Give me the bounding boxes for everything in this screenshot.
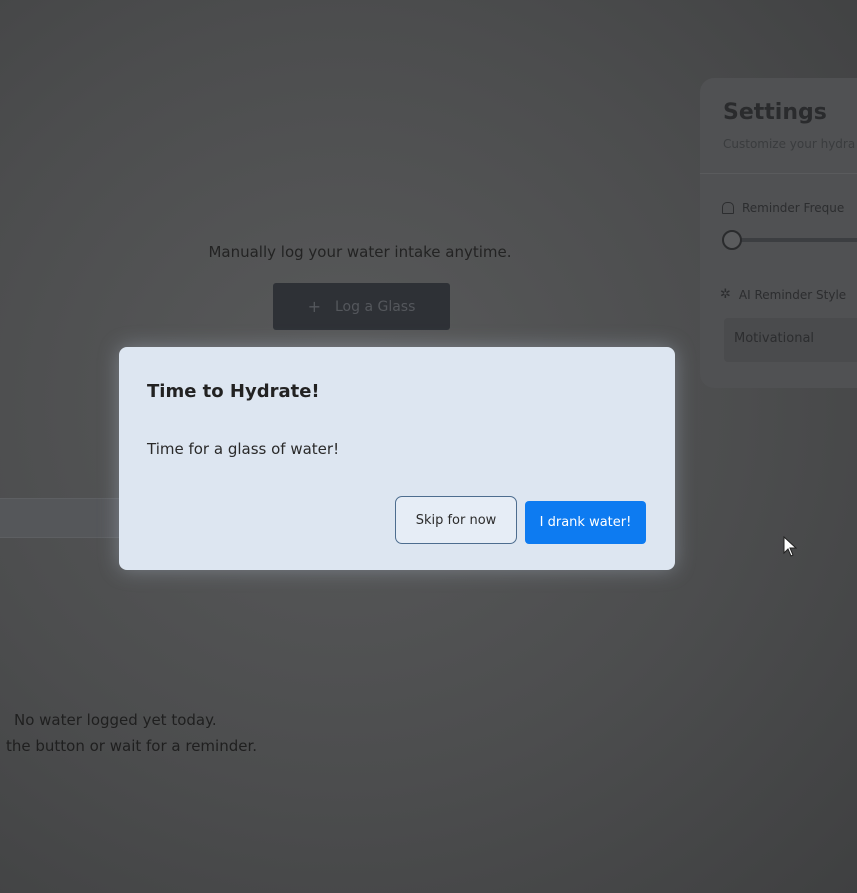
empty-state-text: No water logged yet today. xyxy=(14,711,217,729)
slider-thumb[interactable] xyxy=(722,230,742,250)
mouse-cursor-icon xyxy=(783,536,797,557)
settings-panel: Settings Customize your hydra Reminder F… xyxy=(700,78,857,388)
ai-style-value: Motivational xyxy=(734,331,815,346)
dialog-message: Time for a glass of water! xyxy=(147,440,340,458)
reminder-frequency-label: Reminder Freque xyxy=(742,201,845,215)
drank-water-button[interactable]: I drank water! xyxy=(525,501,646,544)
log-glass-button[interactable]: + Log a Glass xyxy=(273,283,450,330)
bell-icon xyxy=(722,202,734,214)
log-caption: Manually log your water intake anytime. xyxy=(208,243,512,261)
section-bar xyxy=(0,498,120,538)
slider-track xyxy=(732,238,857,242)
empty-state-hint: the button or wait for a reminder. xyxy=(6,737,258,755)
hydrate-dialog: Time to Hydrate! Time for a glass of wat… xyxy=(119,347,675,570)
reminder-frequency-slider[interactable] xyxy=(722,230,857,250)
sparkle-icon: ✲ xyxy=(720,287,731,302)
dialog-title: Time to Hydrate! xyxy=(147,381,320,402)
ai-style-select[interactable]: Motivational xyxy=(724,318,857,362)
ai-style-label: AI Reminder Style xyxy=(738,287,847,302)
log-glass-label: Log a Glass xyxy=(335,298,416,315)
ai-style-label-row: ✲ AI Reminder Style xyxy=(720,287,846,302)
settings-subtitle: Customize your hydra xyxy=(723,137,856,151)
app-window: Manually log your water intake anytime. … xyxy=(0,0,857,893)
plus-icon: + xyxy=(307,297,321,316)
settings-title: Settings xyxy=(723,100,827,125)
reminder-frequency-label-row: Reminder Freque xyxy=(722,201,844,215)
settings-divider xyxy=(700,173,857,174)
skip-button[interactable]: Skip for now xyxy=(395,496,517,544)
